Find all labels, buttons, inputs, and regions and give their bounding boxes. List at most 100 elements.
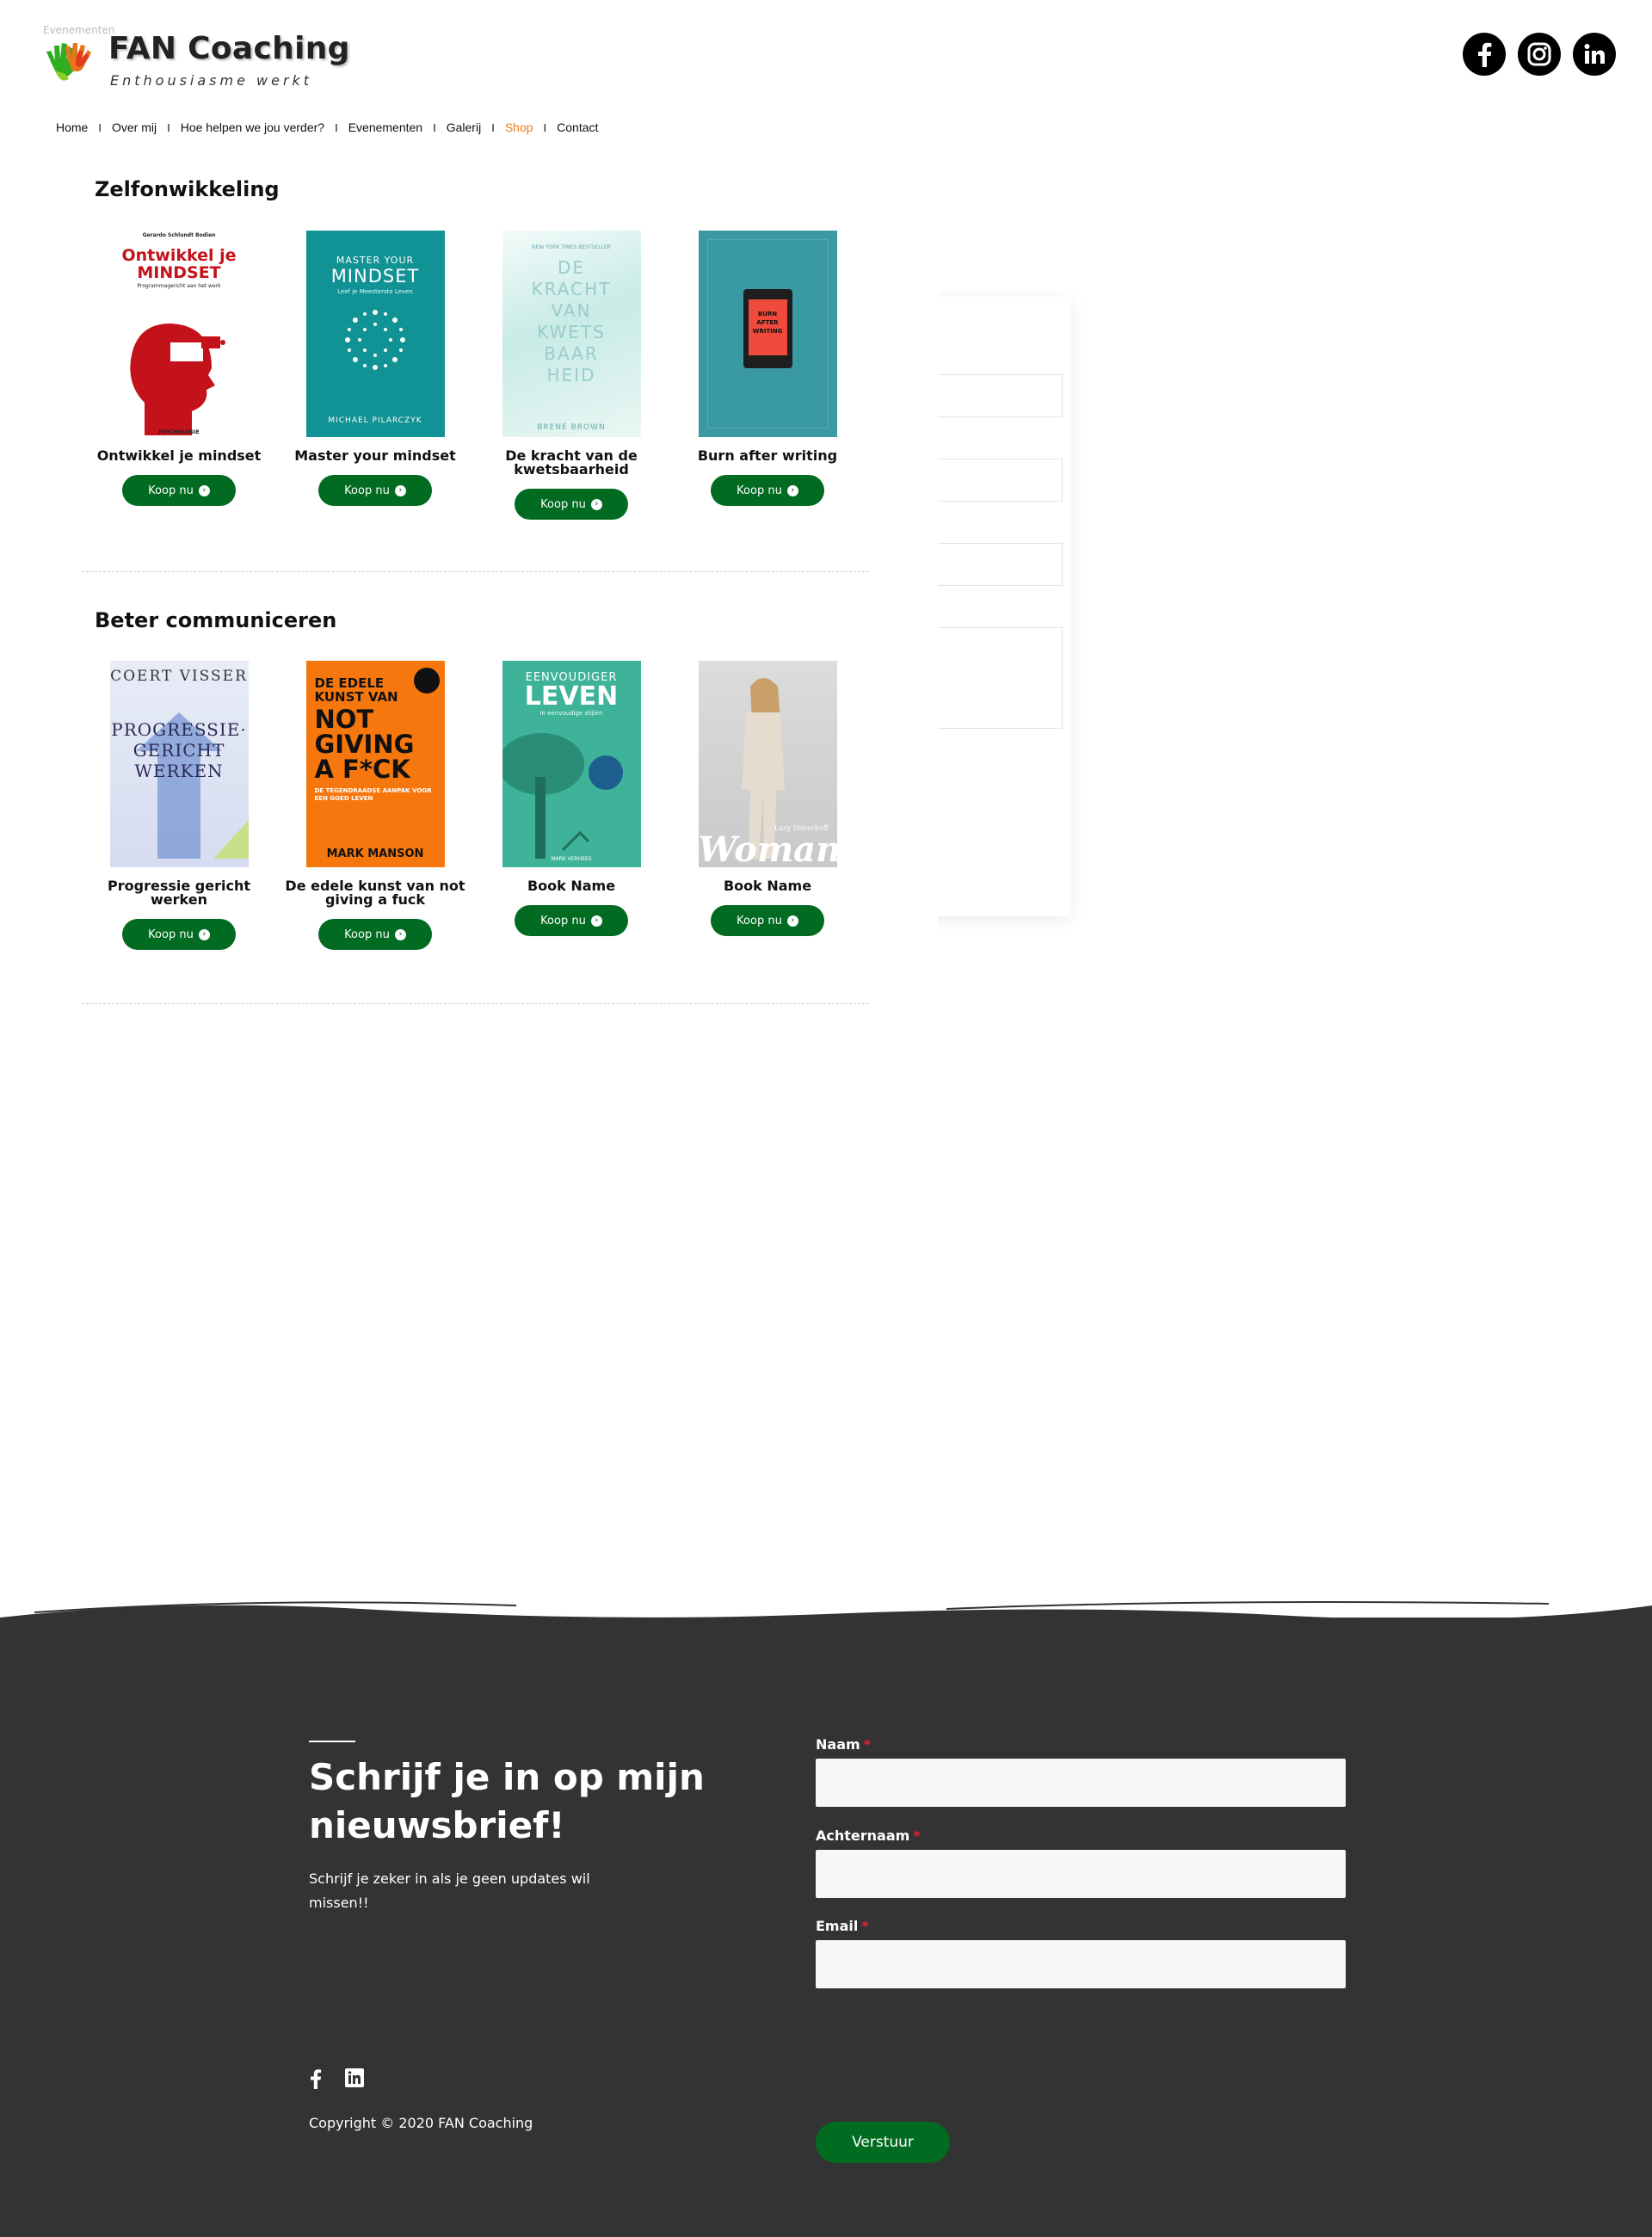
buy-now-label: Koop nu bbox=[148, 484, 194, 497]
arrow-right-icon: › bbox=[590, 915, 602, 927]
book-cover-woman[interactable]: Lucy Hoverhoff Woman bbox=[698, 661, 837, 867]
buy-now-button[interactable]: Koop nu › bbox=[122, 475, 236, 506]
linkedin-icon[interactable] bbox=[345, 2068, 364, 2087]
arrow-right-icon: › bbox=[590, 498, 602, 510]
buy-now-button[interactable]: Koop nu › bbox=[318, 919, 432, 950]
buy-now-button[interactable]: Koop nu › bbox=[711, 905, 824, 936]
cover-footer: PSYCHOLOGIE bbox=[158, 429, 200, 435]
cover-author: Gerardo Schlundt Bodien bbox=[142, 232, 216, 238]
nav-item-galerij[interactable]: Galerij bbox=[436, 120, 491, 134]
cover-author: MICHAEL PILARCZYK bbox=[328, 416, 422, 425]
required-mark: * bbox=[913, 1827, 921, 1844]
cover-subtitle: in eenvoudige stijlen bbox=[539, 710, 603, 717]
heading-accent-line bbox=[309, 1741, 355, 1742]
buy-now-label: Koop nu bbox=[737, 484, 782, 497]
book-cover-ontwikkel[interactable]: Gerardo Schlundt Bodien Ontwikkel je MIN… bbox=[109, 231, 249, 437]
buy-now-label: Koop nu bbox=[737, 914, 782, 927]
product-card: BURN AFTER WRITING Burn after writing Ko… bbox=[669, 231, 866, 506]
book-cover-kracht[interactable]: NEW YORK TIMES BESTSELLER DE KRACHT VAN … bbox=[502, 231, 641, 437]
sidebar-input[interactable] bbox=[934, 543, 1063, 586]
email-input[interactable] bbox=[816, 1940, 1346, 1988]
sidebar-input[interactable] bbox=[934, 459, 1063, 502]
cover-title: MINDSET bbox=[330, 266, 420, 287]
cover-title: Woman bbox=[698, 829, 837, 867]
sidebar-textarea[interactable] bbox=[934, 627, 1063, 729]
book-title[interactable]: Book Name bbox=[669, 879, 866, 893]
arrow-right-icon: › bbox=[198, 928, 210, 940]
newsletter-heading: Schrijf je in op mijn nieuwsbrief! bbox=[309, 1756, 705, 1846]
nav-item-over-mij[interactable]: Over mij bbox=[102, 120, 167, 134]
buy-now-label: Koop nu bbox=[540, 914, 586, 927]
cover-title: PROGRESSIE· GERICHT WERKEN bbox=[111, 719, 247, 781]
tree-illustration-icon bbox=[502, 733, 623, 859]
nav-item-shop[interactable]: Shop bbox=[495, 120, 544, 134]
header-social-links bbox=[1463, 33, 1616, 76]
nav-item-contact[interactable]: Contact bbox=[546, 120, 608, 134]
label-text: Achternaam bbox=[816, 1827, 910, 1844]
brush-wave-divider bbox=[0, 1601, 1652, 1652]
label-text: Email bbox=[816, 1918, 859, 1934]
buy-now-button[interactable]: Koop nu › bbox=[318, 475, 432, 506]
linkedin-icon[interactable] bbox=[1573, 33, 1616, 76]
book-cover-master[interactable]: MASTER YOUR MINDSET Leef je Meesterste L… bbox=[305, 231, 445, 437]
naam-input[interactable] bbox=[816, 1759, 1346, 1807]
section-divider bbox=[82, 1003, 869, 1004]
hands-logo-icon[interactable] bbox=[43, 33, 100, 89]
product-card: Lucy Hoverhoff Woman Book Name Koop nu › bbox=[669, 661, 866, 936]
arrow-right-icon: › bbox=[394, 928, 406, 940]
form-label-achternaam: Achternaam * bbox=[816, 1827, 921, 1844]
sidebar-input[interactable] bbox=[934, 374, 1063, 417]
nav-item-home[interactable]: Home bbox=[56, 120, 98, 134]
book-title[interactable]: Master your mindset bbox=[276, 449, 474, 463]
buy-now-button[interactable]: Koop nu › bbox=[515, 489, 628, 520]
cover-title: LEVEN bbox=[524, 681, 619, 712]
buy-now-button[interactable]: Koop nu › bbox=[122, 919, 236, 950]
achternaam-input[interactable] bbox=[816, 1850, 1346, 1898]
buy-now-label: Koop nu bbox=[148, 927, 194, 941]
facebook-icon[interactable] bbox=[1463, 33, 1506, 76]
product-card: COERT VISSER PROGRESSIE· GERICHT WERKEN … bbox=[80, 661, 278, 950]
nav-item-evenementen[interactable]: Evenementen bbox=[338, 120, 433, 134]
arrow-right-icon: › bbox=[786, 484, 798, 496]
book-title[interactable]: Burn after writing bbox=[669, 449, 866, 463]
book-title[interactable]: De kracht van de kwetsbaarheid bbox=[472, 449, 670, 477]
buy-now-label: Koop nu bbox=[540, 497, 586, 511]
footer-social-links bbox=[309, 2068, 364, 2089]
brand-title[interactable]: FAN Coaching bbox=[108, 31, 350, 66]
instagram-icon[interactable] bbox=[1518, 33, 1561, 76]
book-title[interactable]: Progressie gericht werken bbox=[80, 879, 278, 907]
site-footer: Schrijf je in op mijn nieuwsbrief! Schri… bbox=[0, 1601, 1652, 2237]
cover-tagline: NEW YORK TIMES BESTSELLER bbox=[532, 244, 611, 250]
book-cover-not-giving[interactable]: DE EDELE KUNST VAN NOT GIVING A F*CK DE … bbox=[305, 661, 445, 867]
buy-now-button[interactable]: Koop nu › bbox=[711, 475, 824, 506]
product-card: NEW YORK TIMES BESTSELLER DE KRACHT VAN … bbox=[472, 231, 670, 520]
cover-author: COERT VISSER bbox=[110, 668, 248, 685]
cover-title: DE KRACHT VAN KWETS BAAR HEID bbox=[531, 257, 612, 385]
cover-subtitle: Leef je Meesterste Leven bbox=[337, 288, 413, 295]
section-title-beter-communiceren: Beter communiceren bbox=[95, 608, 337, 632]
verstuur-button[interactable]: Verstuur bbox=[816, 2122, 950, 2163]
cover-subtitle: DE TEGENDRAADSE AANPAK VOOR EEN GOED LEV… bbox=[314, 787, 432, 802]
buy-now-label: Koop nu bbox=[344, 927, 390, 941]
cover-title-top: MASTER YOUR bbox=[336, 255, 415, 266]
arrow-right-icon: › bbox=[786, 915, 798, 927]
product-card: MASTER YOUR MINDSET Leef je Meesterste L… bbox=[276, 231, 474, 506]
required-mark: * bbox=[863, 1736, 872, 1753]
bestseller-badge-icon bbox=[413, 668, 440, 693]
cover-title: NOT GIVING A F*CK bbox=[314, 705, 415, 784]
book-title[interactable]: Book Name bbox=[472, 879, 670, 893]
book-cover-eenvoudiger[interactable]: EENVOUDIGER LEVEN in eenvoudige stijlen … bbox=[502, 661, 641, 867]
book-title[interactable]: Ontwikkel je mindset bbox=[80, 449, 278, 463]
book-title[interactable]: De edele kunst van not giving a fuck bbox=[276, 879, 474, 907]
cover-subtitle: Programmagericht aan het werk bbox=[137, 283, 221, 289]
product-card: Gerardo Schlundt Bodien Ontwikkel je MIN… bbox=[80, 231, 278, 506]
book-cover-burn[interactable]: BURN AFTER WRITING bbox=[698, 231, 837, 437]
nav-item-hoe-helpen[interactable]: Hoe helpen we jou verder? bbox=[170, 120, 335, 134]
facebook-icon[interactable] bbox=[309, 2068, 323, 2089]
cover-title-top: DE EDELE KUNST VAN bbox=[314, 675, 398, 705]
buy-now-button[interactable]: Koop nu › bbox=[515, 905, 628, 936]
form-label-email: Email * bbox=[816, 1918, 869, 1934]
required-mark: * bbox=[861, 1918, 869, 1934]
buy-now-label: Koop nu bbox=[344, 484, 390, 497]
book-cover-progressie[interactable]: COERT VISSER PROGRESSIE· GERICHT WERKEN bbox=[109, 661, 249, 867]
